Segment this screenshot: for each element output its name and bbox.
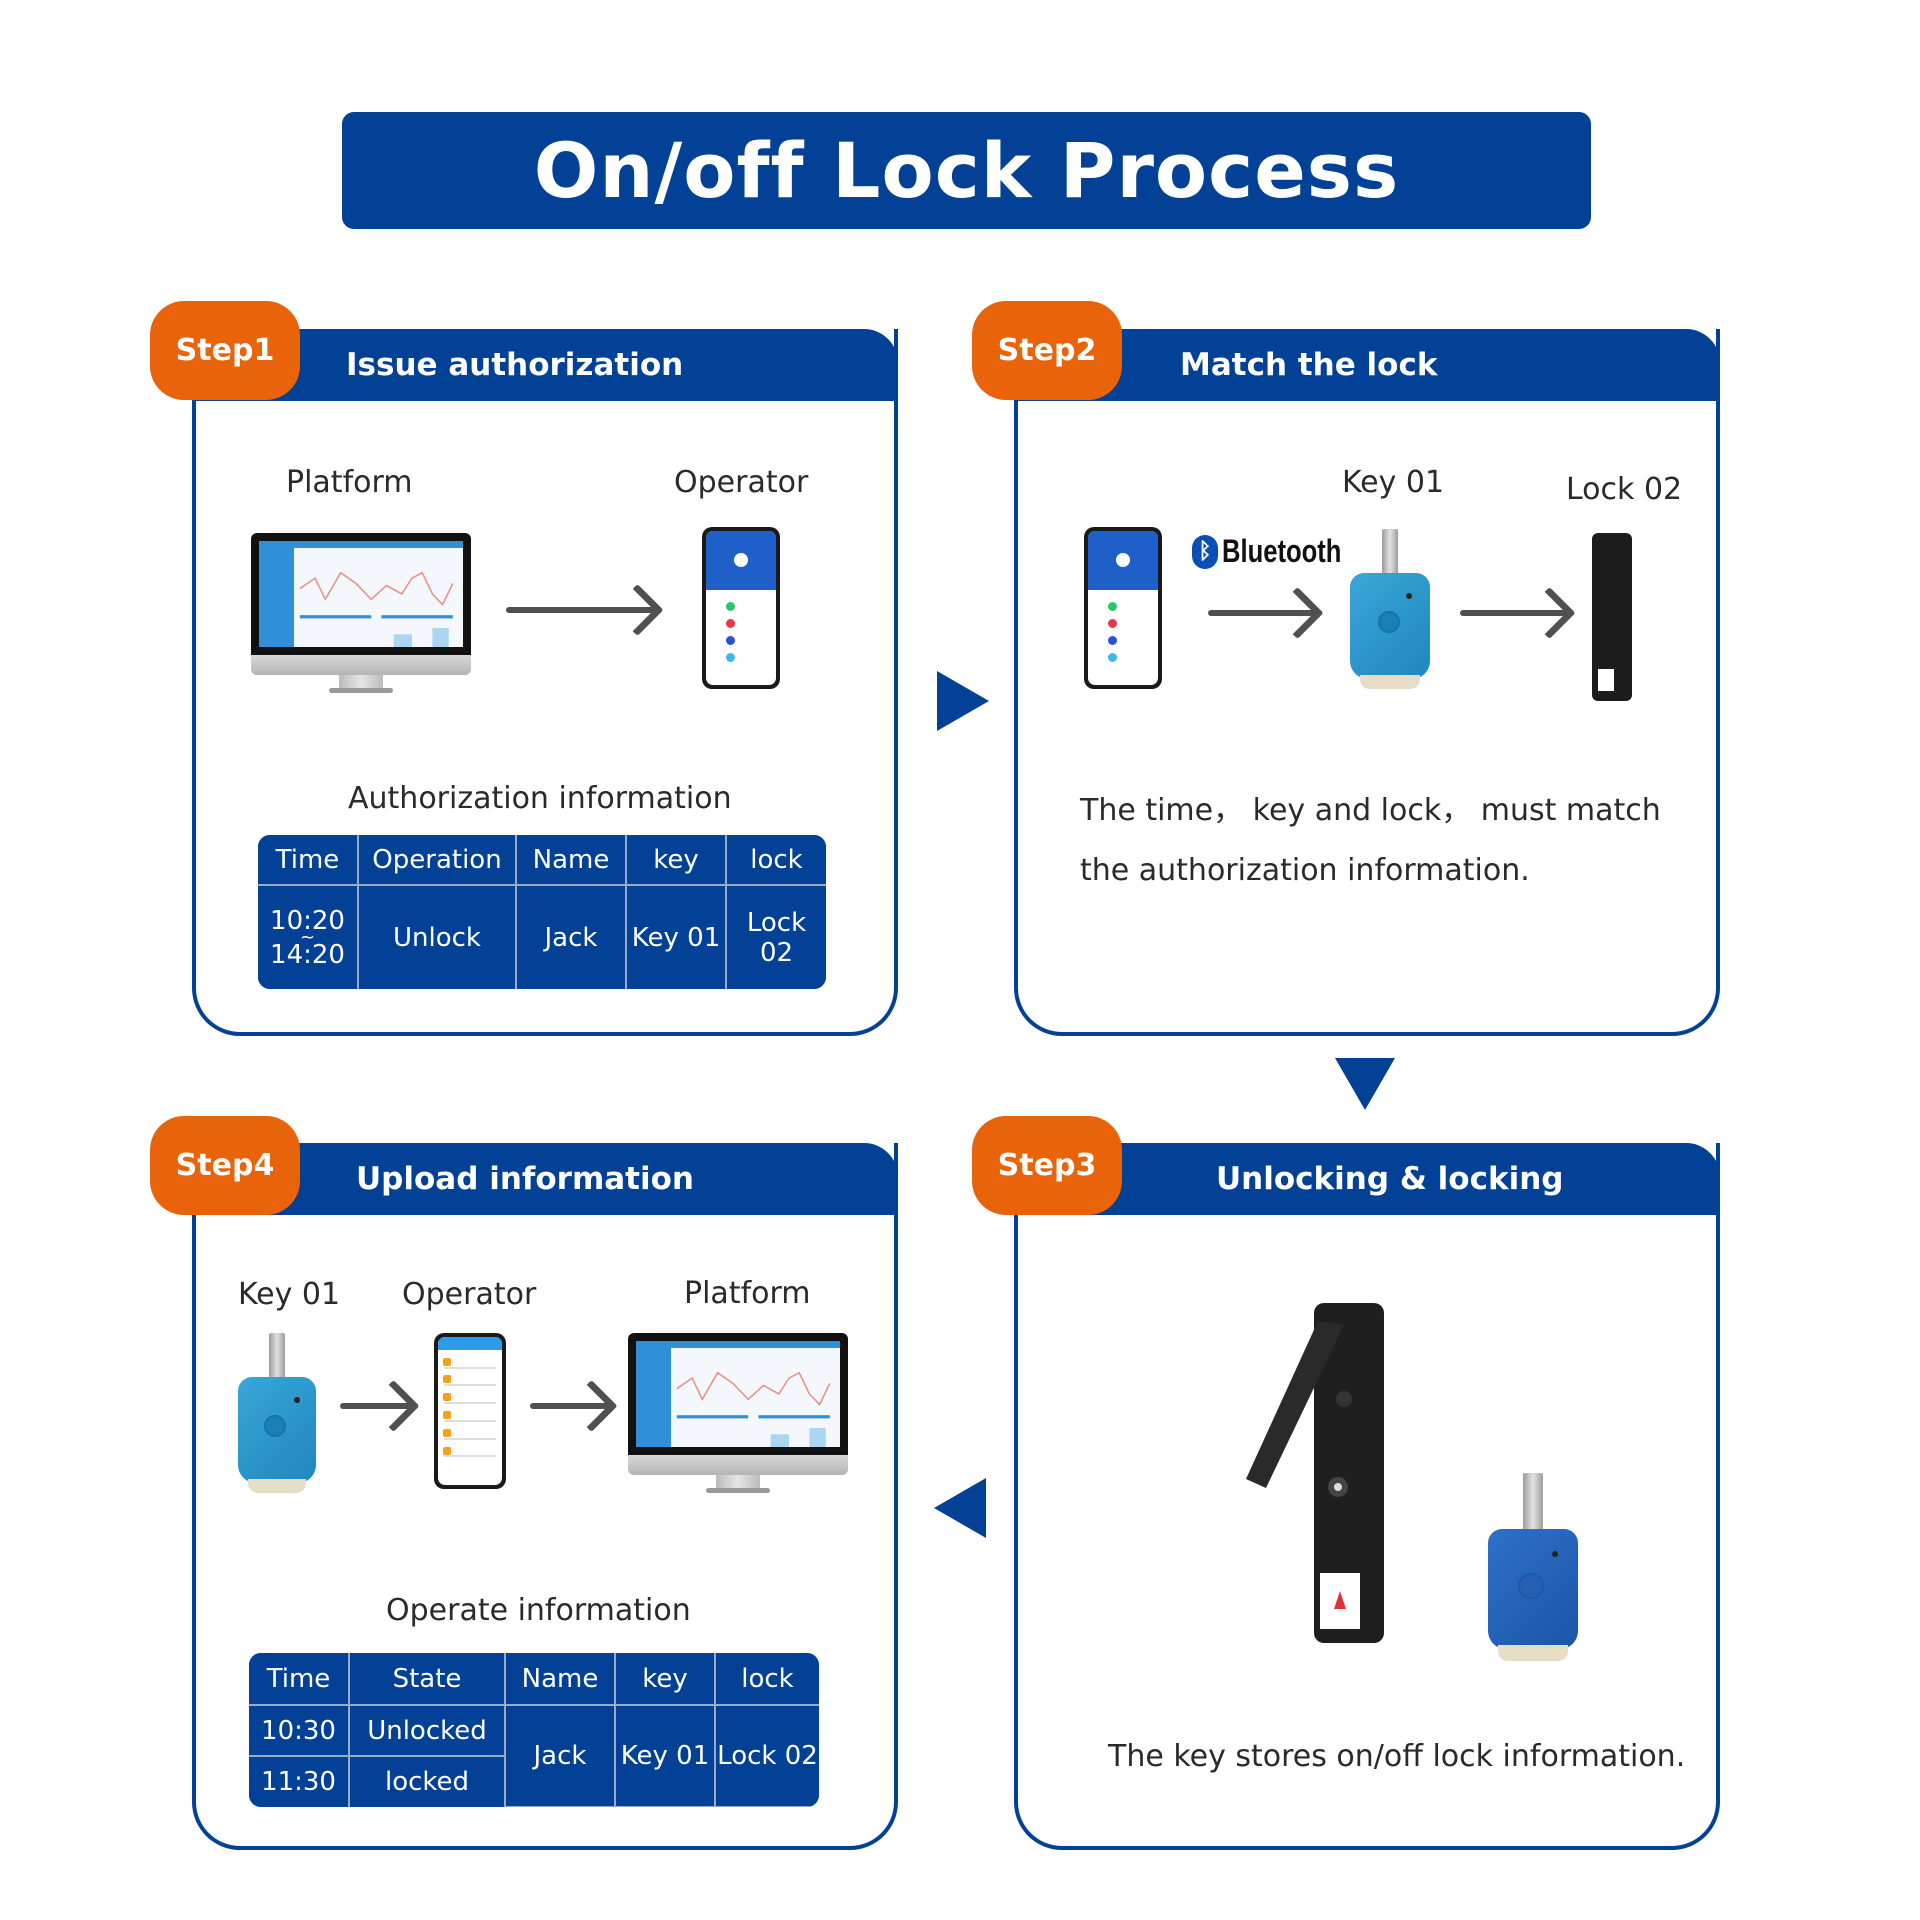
cell-name: Jack [515,884,627,989]
header-name: Name [504,1653,616,1706]
flow-arrow-icon [340,1403,412,1409]
cell-time: 11:30 [249,1755,350,1807]
header-time: Time [258,835,359,886]
step3-panel: Unlocking & locking The key stores on/of… [1014,1143,1720,1850]
flow-arrow-left-icon [934,1478,986,1538]
flow-arrow-right-icon [937,671,989,731]
step3-description: The key stores on/off lock information. [1108,1739,1686,1774]
step4-title: Upload information [356,1161,694,1197]
table-row: 10:30 Unlocked Jack Key 01 Lock 02 [249,1704,819,1807]
operator-phone-icon [702,527,780,689]
bluetooth-icon: ᛒ [1192,534,1218,569]
step3-tab: Step3 [972,1116,1122,1215]
step2-title: Match the lock [1180,347,1438,383]
platform-label: Platform [684,1276,811,1311]
authorization-caption: Authorization information [348,781,732,816]
header-key: key [625,835,727,886]
header-lock: lock [714,1653,819,1706]
flow-arrow-down-icon [1335,1058,1395,1110]
operate-caption: Operate information [386,1593,691,1628]
cell-time: 10:30 [249,1704,350,1757]
header-state: State [348,1653,506,1706]
authorization-table: Time Operation Name key lock 10:20 ~ 14:… [258,835,826,989]
operator-label: Operator [402,1277,537,1312]
platform-label: Platform [286,465,413,500]
cell-key: Key 01 [614,1704,716,1807]
step1-panel: Issue authorization Platform Operator Au… [192,329,898,1036]
cell-state: locked [348,1755,505,1807]
key-01-icon [238,1333,316,1498]
lock-label: Lock 02 [1566,472,1683,507]
page-title: On/off Lock Process [533,126,1400,215]
lock-handle-icon [1246,1303,1384,1643]
operator-label: Operator [674,465,809,500]
cell-operation: Unlock [357,884,517,989]
cell-key: Key 01 [625,884,727,989]
cell-state: Unlocked [348,1704,506,1757]
step3-title: Unlocking & locking [1216,1161,1564,1197]
header-operation: Operation [357,835,517,886]
header-key: key [614,1653,716,1706]
step2-tab: Step2 [972,301,1122,400]
operate-table: Time State Name key lock 10:30 Unlocked … [249,1653,819,1807]
platform-monitor-icon [251,533,471,693]
key-label: Key 01 [238,1277,341,1312]
cell-lock: Lock 02 [725,884,826,989]
flow-arrow-icon [530,1403,610,1409]
bluetooth-logo: ᛒ Bluetooth [1192,533,1371,570]
step1-tab: Step1 [150,301,300,400]
platform-monitor-icon [628,1333,848,1493]
flow-arrow-icon [506,607,656,613]
flow-arrow-icon [1208,610,1316,616]
cell-name: Jack [504,1704,616,1807]
operator-phone-icon [434,1333,506,1489]
key-01-icon [1350,529,1430,694]
cell-lock: Lock 02 [714,1704,819,1807]
key-label: Key 01 [1342,465,1445,500]
header-name: Name [515,835,627,886]
step2-panel: Match the lock Key 01 Lock 02 ᛒ Bluetoot… [1014,329,1720,1036]
bluetooth-label: Bluetooth [1222,533,1342,569]
cell-time: 10:20 ~ 14:20 [258,884,359,989]
header-lock: lock [725,835,826,886]
header-time: Time [249,1653,350,1706]
step2-description: The time， key and lock， must match the a… [1080,793,1661,888]
flow-arrow-icon [1460,610,1568,616]
operator-phone-icon [1084,527,1162,689]
step4-panel: Upload information Key 01 Operator Platf… [192,1143,898,1850]
step1-title: Issue authorization [346,347,684,383]
page-title-banner: On/off Lock Process [342,112,1591,229]
key-icon [1488,1473,1578,1665]
lock-02-icon [1592,533,1632,701]
step4-tab: Step4 [150,1116,300,1215]
